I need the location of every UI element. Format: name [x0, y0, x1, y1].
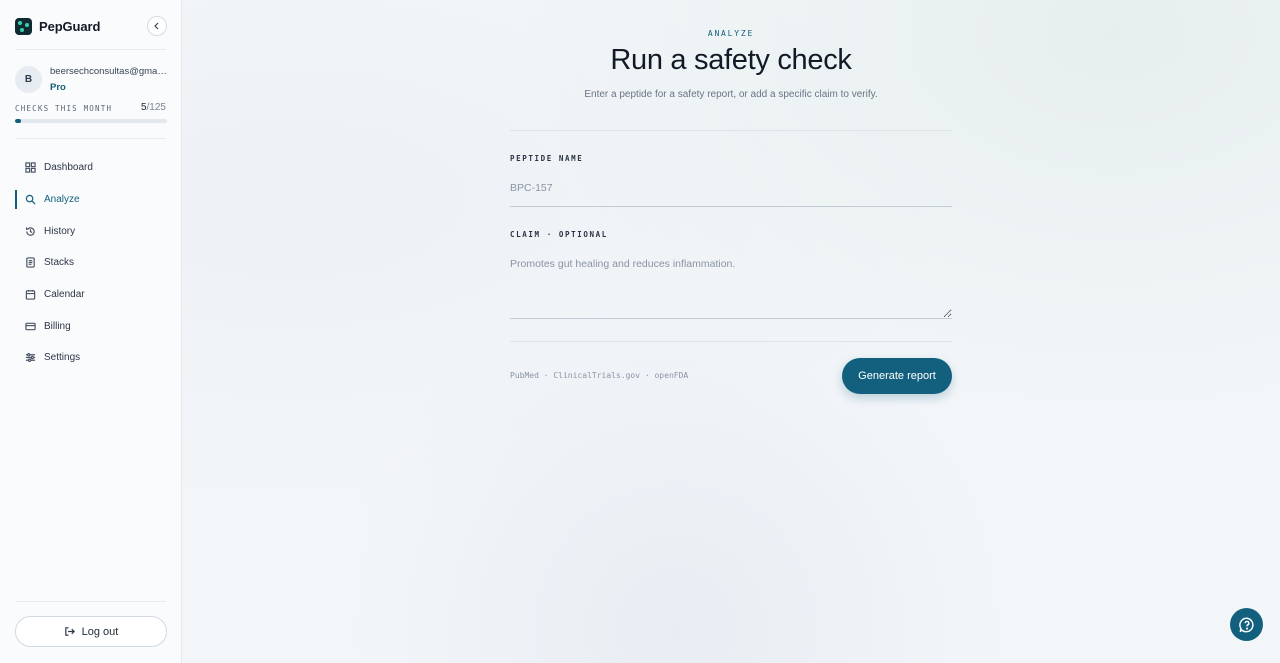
- sidebar-nav: Dashboard Analyze History Stacks Calenda…: [0, 152, 181, 374]
- help-chat-icon: [1238, 617, 1254, 632]
- sidebar-item-label: History: [44, 225, 76, 237]
- data-sources-text: PubMed · ClinicalTrials.gov · openFDA: [510, 371, 689, 380]
- sidebar-item-settings[interactable]: Settings: [0, 342, 181, 374]
- divider: [15, 138, 166, 139]
- card-icon: [25, 322, 36, 331]
- peptide-name-label: PEPTIDE NAME: [510, 154, 584, 163]
- account-email: beersechconsultas@gmail.com: [50, 66, 168, 77]
- divider: [15, 601, 166, 602]
- page-subtitle: Enter a peptide for a safety report, or …: [584, 89, 878, 100]
- logout-button[interactable]: Log out: [15, 616, 167, 647]
- sidebar-item-history[interactable]: History: [0, 215, 181, 247]
- divider: [15, 49, 166, 50]
- claim-label: CLAIM · OPTIONAL: [510, 230, 608, 239]
- grid-icon: [25, 162, 36, 174]
- calendar-icon: [25, 290, 36, 300]
- safety-check-form: PEPTIDE NAME CLAIM · OPTIONAL PubMed · C…: [510, 130, 952, 394]
- sidebar-item-label: Analyze: [44, 194, 80, 206]
- search-icon: [25, 194, 36, 205]
- help-button[interactable]: [1230, 608, 1263, 641]
- sidebar-item-label: Settings: [44, 352, 81, 364]
- peptide-name-input[interactable]: [510, 178, 952, 207]
- usage-progress-bar: [15, 119, 167, 123]
- sidebar-item-stacks[interactable]: Stacks: [0, 247, 181, 279]
- usage-count: 5/125: [140, 102, 166, 113]
- logout-label: Log out: [81, 625, 119, 638]
- plan-badge: Pro: [50, 82, 66, 93]
- sidebar-item-label: Stacks: [44, 257, 75, 269]
- history-icon: [25, 227, 35, 236]
- sidebar-item-label: Calendar: [44, 289, 85, 301]
- chevron-left-icon: [154, 22, 159, 30]
- sidebar-item-label: Dashboard: [44, 162, 93, 174]
- avatar: B: [15, 66, 42, 93]
- generate-report-button[interactable]: Generate report: [842, 358, 952, 394]
- brand[interactable]: PepGuard: [15, 17, 100, 35]
- page-eyebrow: ANALYZE: [707, 29, 755, 38]
- brand-name: PepGuard: [39, 18, 101, 34]
- sidebar-item-billing[interactable]: Billing: [0, 310, 181, 342]
- main-content: ANALYZE Run a safety check Enter a pepti…: [182, 0, 1280, 663]
- divider: [510, 341, 952, 342]
- usage-progress-fill: [15, 119, 22, 123]
- document-icon: [26, 257, 35, 269]
- sidebar: PepGuard B beersechconsultas@gmail.com P…: [0, 0, 182, 663]
- sliders-icon: [25, 353, 36, 363]
- logout-icon: [64, 627, 75, 636]
- sidebar-item-dashboard[interactable]: Dashboard: [0, 152, 181, 184]
- sidebar-item-label: Billing: [44, 320, 71, 332]
- usage-label: CHECKS THIS MONTH: [15, 104, 113, 113]
- divider: [510, 130, 952, 131]
- sidebar-item-calendar[interactable]: Calendar: [0, 279, 181, 311]
- page-title: Run a safety check: [610, 44, 852, 76]
- claim-textarea[interactable]: [510, 258, 952, 319]
- collapse-sidebar-button[interactable]: [147, 16, 167, 36]
- pepguard-logo-icon: [15, 17, 32, 35]
- sidebar-item-analyze[interactable]: Analyze: [0, 184, 181, 216]
